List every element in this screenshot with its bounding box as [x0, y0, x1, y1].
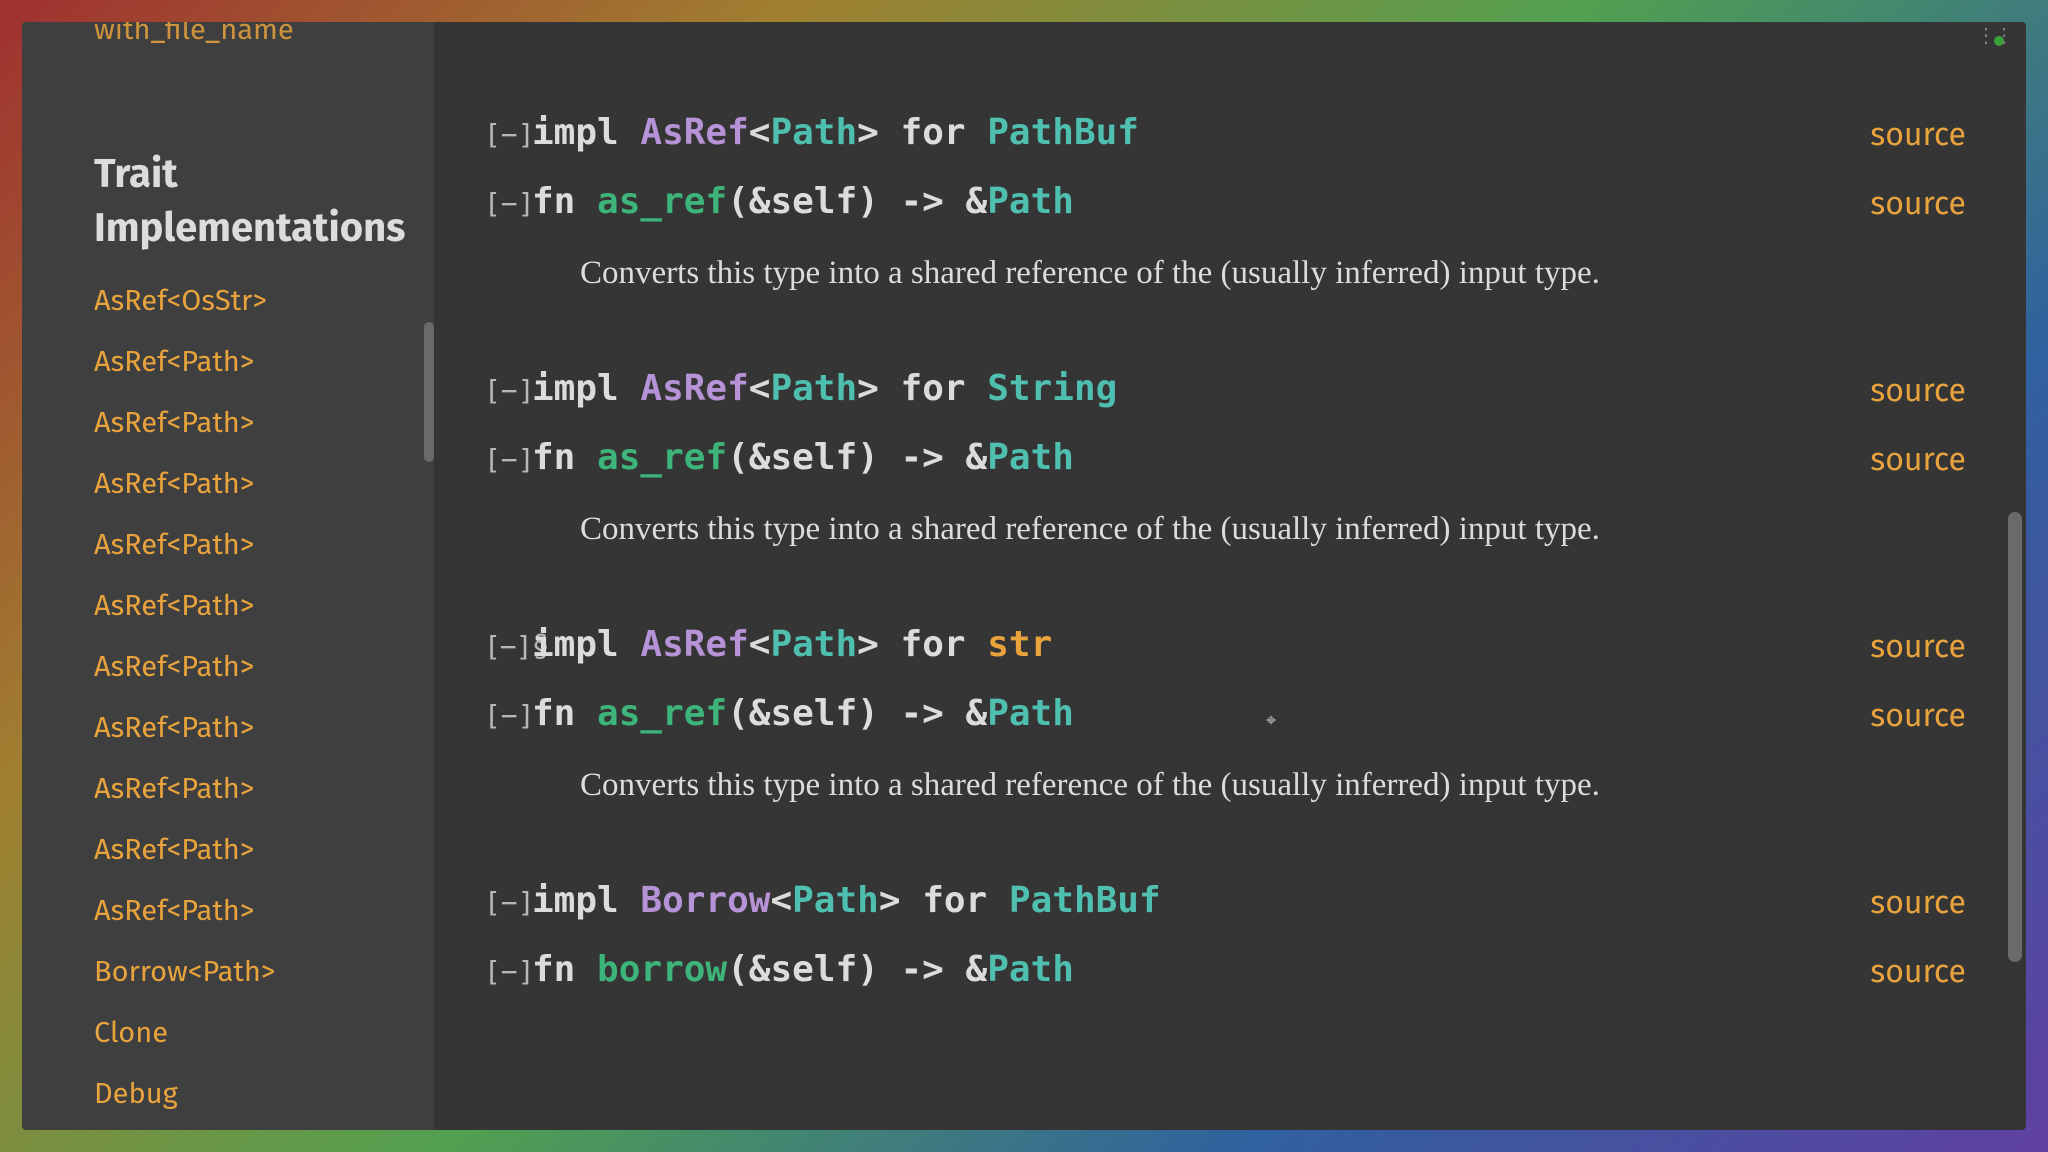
sidebar-item[interactable]: AsRef<OsStr> [94, 283, 394, 318]
sidebar-item[interactable]: AsRef<Path> [94, 832, 394, 867]
method-description: Converts this type into a shared referen… [580, 506, 1966, 554]
sidebar-item[interactable]: AsRef<Path> [94, 527, 394, 562]
sidebar-scrollbar[interactable] [424, 322, 434, 462]
impl-signature: impl AsRef<Path> for String [532, 368, 1117, 409]
sidebar: with_file_name Trait Implementations AsR… [22, 22, 434, 1130]
collapse-toggle[interactable]: [−] [484, 187, 532, 220]
source-link[interactable]: source [1870, 372, 1966, 410]
source-link[interactable]: source [1870, 697, 1966, 735]
sidebar-item[interactable]: AsRef<Path> [94, 771, 394, 806]
method-description: Converts this type into a shared referen… [580, 762, 1966, 810]
collapse-toggle[interactable]: [−] [484, 955, 532, 988]
source-link[interactable]: source [1870, 628, 1966, 666]
sidebar-item[interactable]: AsRef<Path> [94, 405, 394, 440]
sidebar-item[interactable]: AsRef<Path> [94, 466, 394, 501]
impl-signature: impl AsRef<Path> for PathBuf [532, 112, 1139, 153]
main-content: [−]impl AsRef<Path> for PathBufsource[−]… [434, 22, 2026, 1130]
impl-header: [−]impl AsRef<Path> for String source [484, 368, 1966, 409]
collapse-toggle[interactable]: [−] [484, 886, 532, 919]
impl-block: [−]impl Borrow<Path> for PathBufsource[−… [484, 880, 1966, 990]
impl-signature: impl AsRef<Path> for str [532, 624, 1052, 665]
sidebar-item[interactable]: AsRef<Path> [94, 893, 394, 928]
source-link[interactable]: source [1870, 185, 1966, 223]
method-description: Converts this type into a shared referen… [580, 250, 1966, 298]
sidebar-item[interactable]: Borrow<Path> [94, 954, 394, 989]
impl-signature: impl Borrow<Path> for PathBuf [532, 880, 1161, 921]
sidebar-item[interactable]: Debug [94, 1076, 394, 1111]
source-link[interactable]: source [1870, 953, 1966, 991]
fn-signature: fn as_ref(&self) -> &Path [532, 693, 1074, 734]
fn-signature: fn as_ref(&self) -> &Path [532, 437, 1074, 478]
sidebar-item[interactable]: AsRef<Path> [94, 649, 394, 684]
impl-header: [−]§impl AsRef<Path> for str source [484, 624, 1966, 665]
source-link[interactable]: source [1870, 441, 1966, 479]
content-scrollbar[interactable] [2008, 512, 2022, 962]
collapse-toggle[interactable]: [−] [484, 443, 532, 476]
fn-header: [−]fn borrow(&self) -> &Path source [484, 949, 1966, 990]
collapse-toggle[interactable]: [−] [484, 118, 532, 151]
fn-signature: fn borrow(&self) -> &Path [532, 949, 1074, 990]
impl-header: [−]impl Borrow<Path> for PathBuf source [484, 880, 1966, 921]
sidebar-item[interactable]: AsRef<Path> [94, 588, 394, 623]
impl-block: [−]impl AsRef<Path> for Stringsource[−]f… [484, 368, 1966, 554]
source-link[interactable]: source [1870, 884, 1966, 922]
doc-window: ⋮⋮ with_file_name Trait Implementations … [22, 22, 2026, 1130]
impl-header: [−]impl AsRef<Path> for PathBuf source [484, 112, 1966, 153]
collapse-toggle[interactable]: [−] [484, 374, 532, 407]
fn-signature: fn as_ref(&self) -> &Path [532, 181, 1074, 222]
sidebar-item-with-file-name[interactable]: with_file_name [94, 22, 394, 47]
source-link[interactable]: source [1870, 116, 1966, 154]
fn-header: [−]fn as_ref(&self) -> &Path source [484, 437, 1966, 478]
impl-block: [−]§impl AsRef<Path> for strsource[−]fn … [484, 624, 1966, 810]
sidebar-item[interactable]: AsRef<Path> [94, 344, 394, 379]
sidebar-item[interactable]: Clone [94, 1015, 394, 1050]
fn-header: [−]fn as_ref(&self) -> &Path source [484, 181, 1966, 222]
collapse-toggle[interactable]: [−]§ [484, 629, 532, 664]
fn-header: [−]fn as_ref(&self) -> &Path source [484, 693, 1966, 734]
sidebar-item[interactable]: AsRef<Path> [94, 710, 394, 745]
collapse-toggle[interactable]: [−] [484, 699, 532, 732]
sidebar-heading-trait-implementations: Trait Implementations [94, 147, 394, 255]
impl-block: [−]impl AsRef<Path> for PathBufsource[−]… [484, 112, 1966, 298]
